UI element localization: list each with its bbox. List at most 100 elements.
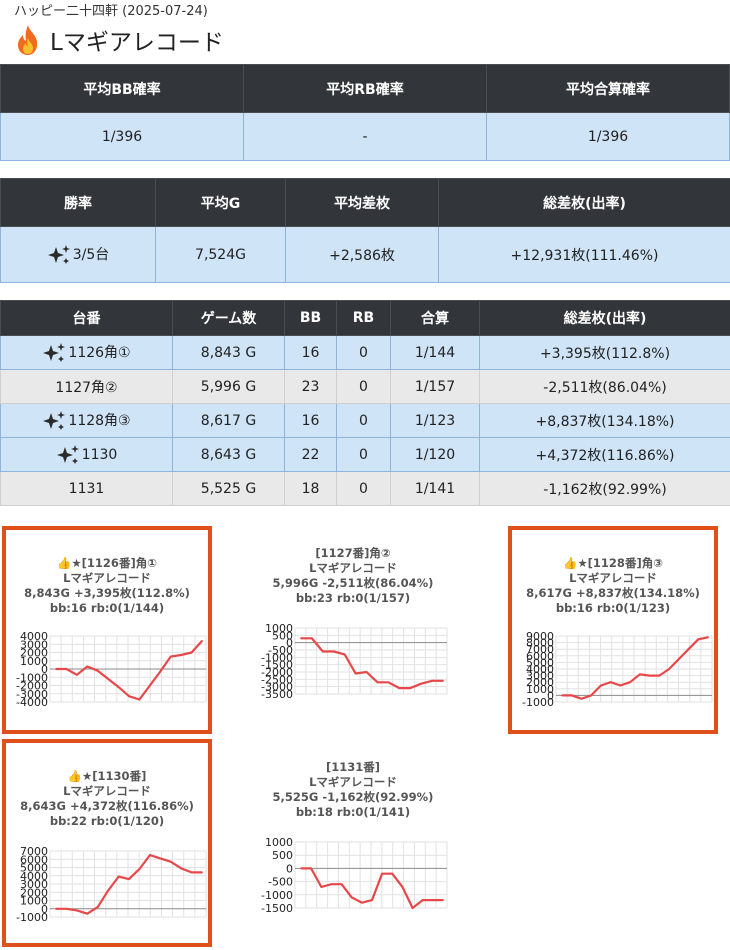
y-tick-label: 1000 [265,838,293,849]
machine-games: 5,525 G [172,471,285,506]
machine-number-cell: 1126角① [0,335,173,370]
machine-number: 1130 [81,446,118,463]
data-point [668,668,670,670]
data-point [409,687,412,690]
avg-diff-value: +2,586枚 [285,226,439,283]
avg-rb-prob-header: 平均RB確率 [243,64,487,113]
panel-title: [1131番] [325,760,381,774]
data-point [311,637,313,640]
machine-bb: 18 [284,471,337,506]
data-point [687,648,690,651]
y-tick-label: -3500 [261,688,293,700]
machine-diff: +8,837枚(134.18%) [479,403,730,438]
machine-number: 1128角③ [68,412,131,429]
machine-panel-1127[interactable]: [1127番]角② Lマギアレコード 5,996G -2,511枚(86.04%… [253,523,453,723]
data-point [648,674,651,677]
avg-games-header: 平均G [155,178,286,227]
data-point [360,901,363,904]
panel-counts: bb:16 rb:0(1/123) [555,601,671,615]
win-rate-cell: 3/5台 [0,226,156,283]
result-summary-table: 勝率 平均G 平均差枚 総差枚(出率) 3/5台 7,524G +2,586枚 … [0,178,730,283]
machine-1126-chart: 40003000200010000-1000-2000-3000-4000 [16,632,207,708]
machine-diff: -1,162枚(92.99%) [479,471,730,506]
panel-counts: bb:23 rb:0(1/157) [295,591,411,605]
page-title: Lマギアレコード [14,22,224,58]
machine-bb: 23 [284,369,337,404]
machine-diff: +3,395枚(112.8%) [479,335,730,370]
probability-summary-table: 平均BB確率 平均RB確率 平均合算確率 1/396 - 1/396 [0,64,730,161]
data-point [387,681,390,684]
data-point [55,907,57,910]
data-point [411,907,414,909]
sparkles-icon [47,244,70,264]
panel-model: Lマギアレコード [309,561,397,575]
y-tick-label: 500 [272,849,293,862]
table-row[interactable]: 1131 5,525 G 18 0 1/141 -1,162枚(92.99%) [0,471,730,506]
data-point [128,878,130,880]
machine-panel-1126[interactable]: 👍★[1126番]角① Lマギアレコード 8,843G +3,395枚(112.… [2,526,212,734]
y-tick-label: -1500 [261,902,293,914]
data-point [159,857,162,860]
data-point [159,670,162,673]
data-point [420,682,423,685]
data-point [330,883,333,886]
machine-1127-chart: 10005000-500-1000-1500-2000-2500-3000-35… [261,624,448,700]
machine-panel-1130[interactable]: 👍★[1130番] Lマギアレコード 8,643G +4,372枚(116.86… [2,739,212,947]
machine-panel-1131[interactable]: [1131番] Lマギアレコード 5,525G -1,162枚(92.99%) … [253,737,453,937]
bb-header: BB [284,300,337,336]
panel-title: 👍★[1128番]角③ [563,556,663,570]
win-rate-value: 3/5台 [72,246,110,263]
panel-counts: bb:18 rb:0(1/141) [295,805,411,819]
data-point [365,671,368,673]
machine-diff: -2,511枚(86.04%) [479,369,730,404]
data-point [401,885,404,888]
panel-title: 👍★[1130番] [67,769,147,783]
data-point [96,669,99,672]
series-line [562,636,709,700]
data-point [343,653,346,656]
machine-number: 1127角② [0,369,173,404]
panel-result: 5,996G -2,511枚(86.04%) [272,576,434,590]
machines-table: 台番 ゲーム数 BB RB 合算 総差枚(出率) 1126角① 8,843 G … [0,300,730,506]
data-point [570,694,573,697]
avg-bb-prob-value: 1/396 [0,112,244,161]
table-row[interactable]: 1126角① 8,843 G 16 0 1/144 +3,395枚(112.8%… [0,335,730,370]
panel-counts: bb:16 rb:0(1/144) [49,601,165,615]
data-point [96,906,99,908]
data-point [677,658,680,660]
data-point [391,872,394,875]
machine-number-cell: 1128角③ [0,403,173,438]
table-row[interactable]: 1127角② 5,996 G 23 0 1/157 -2,511枚(86.04%… [0,369,730,404]
total-diff-value: +12,931枚(111.46%) [438,226,730,283]
data-point [107,678,110,680]
rb-header: RB [336,300,391,336]
data-point [371,899,373,901]
avg-games-value: 7,524G [155,226,286,283]
table-row[interactable]: 1128角③ 8,617 G 16 0 1/123 +8,837枚(134.18… [0,403,730,438]
y-tick-label: -1000 [522,696,554,708]
machine-diff-header: 総差枚(出率) [479,300,730,336]
data-point [169,860,172,863]
data-point [340,883,343,886]
machine-total-prob: 1/123 [390,403,480,438]
machine-panel-1128[interactable]: 👍★[1128番]角③ Lマギアレコード 8,617G +8,837枚(134.… [508,526,718,734]
avg-diff-header: 平均差枚 [285,178,439,227]
data-point [580,697,583,700]
data-point [75,673,78,676]
panel-counts: bb:22 rb:0(1/120) [49,814,165,828]
data-point [180,867,183,870]
data-point [138,868,141,871]
machine-number: 1131 [0,471,173,506]
data-point [148,854,151,857]
machine-rb: 0 [336,471,391,506]
data-point [55,668,57,670]
data-point [376,681,379,684]
data-point [561,694,563,697]
y-tick-label: 0 [286,862,293,875]
data-point [350,896,353,899]
table-row[interactable]: 1130 8,643 G 22 0 1/120 +4,372枚(116.86%) [0,437,730,472]
machine-number: 1126角① [68,344,131,361]
data-point [442,899,444,901]
machine-games: 8,617 G [172,403,285,438]
data-point [638,673,641,676]
